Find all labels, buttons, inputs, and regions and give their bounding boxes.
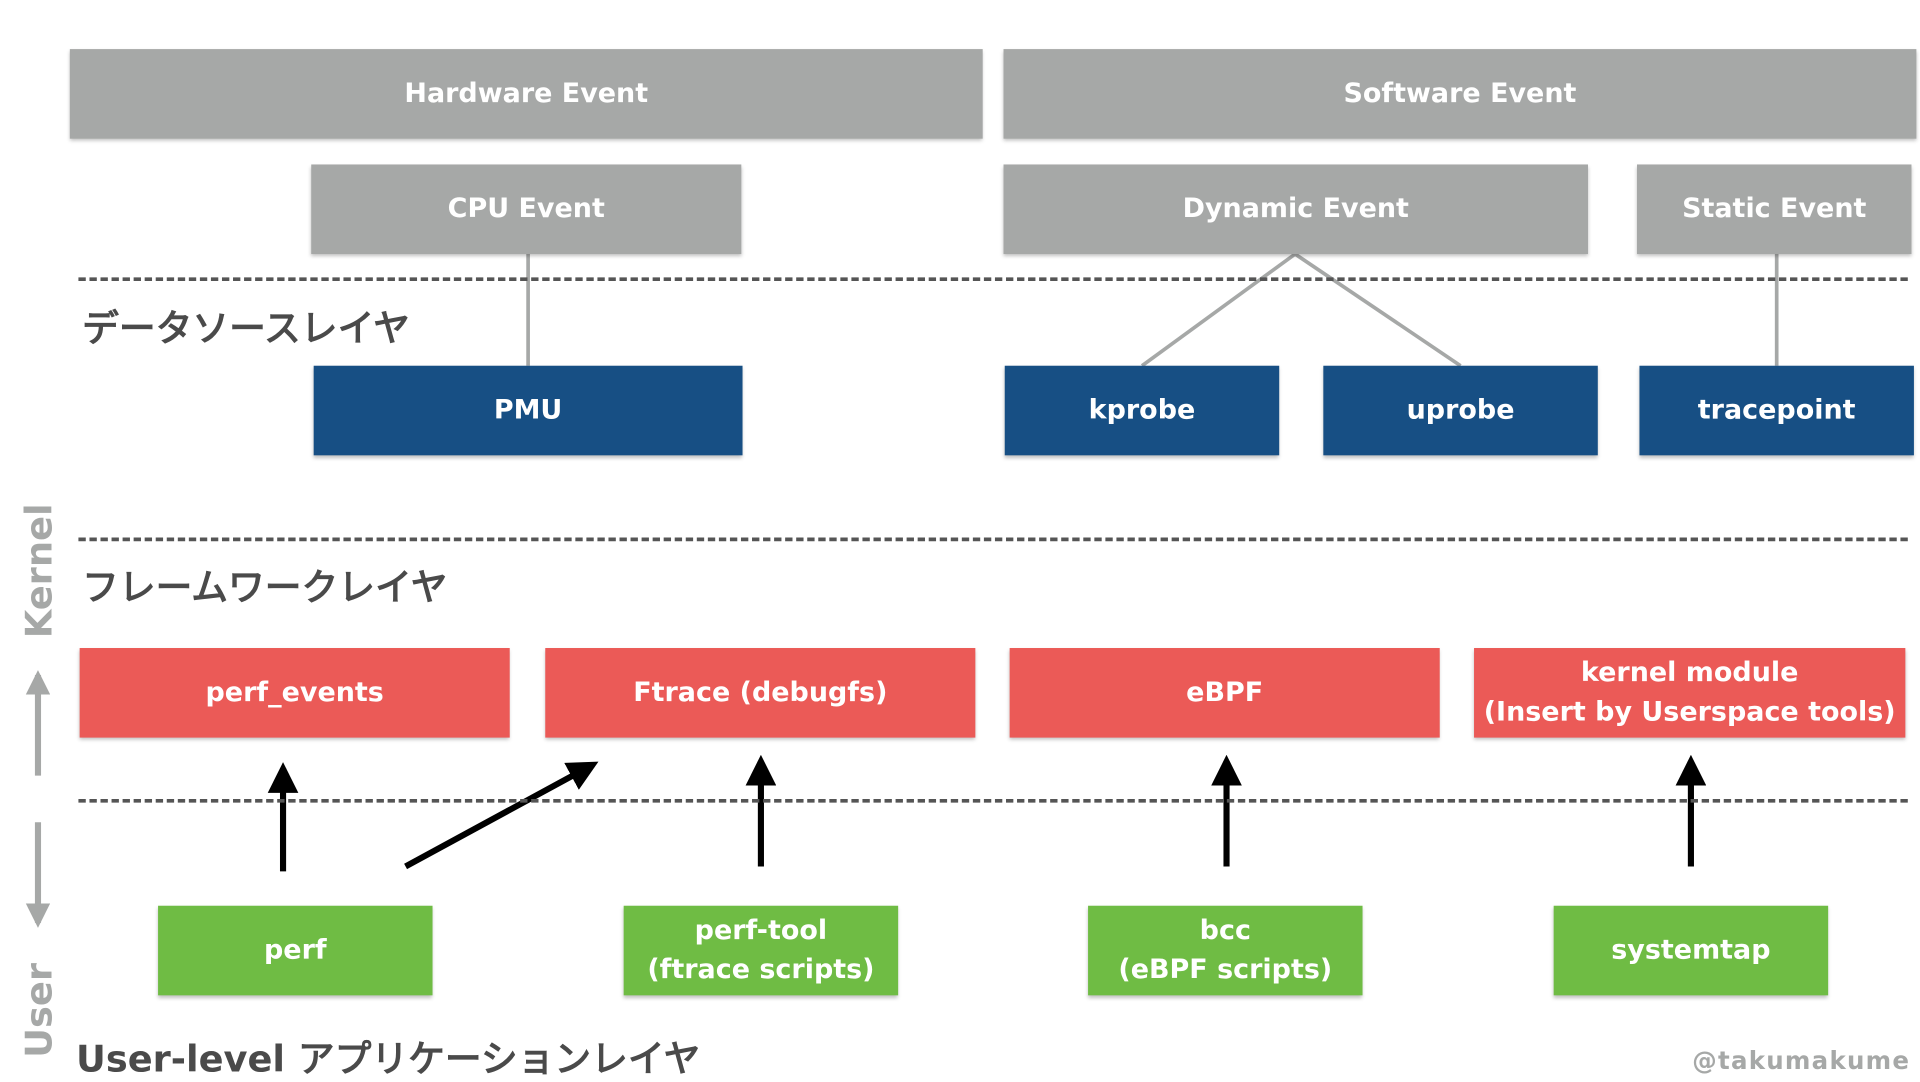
pmu-box: PMU [313,365,743,456]
bcc-box: bcc (eBPF scripts) [1088,905,1363,996]
systemtap-box: systemtap [1553,905,1829,996]
perf-tool-box: perf-tool (ftrace scripts) [623,905,899,996]
kernel-module-box: kernel module (Insert by Userspace tools… [1474,648,1906,738]
framework-layer-label: フレームワークレイヤ [82,567,448,610]
user-level-layer-label: User-level アプリケーションレイヤ [75,1038,701,1082]
author-credit: @takumakume [1692,1045,1911,1076]
cpu-event-box: CPU Event [311,164,742,255]
ebpf-box: eBPF [1009,648,1440,738]
hardware-event-box: Hardware Event [69,49,983,139]
perf-box: perf [158,905,433,996]
data-source-layer-label: データソースレイヤ [82,308,410,352]
user-side-label: User [18,962,62,1058]
kernel-side-label: Kernel [18,503,62,639]
static-event-box: Static Event [1637,164,1912,255]
uprobe-box: uprobe [1323,365,1598,456]
separator-data-source [78,277,1908,282]
perf-events-box: perf_events [79,648,510,738]
tracepoint-box: tracepoint [1639,365,1914,456]
software-event-box: Software Event [1003,49,1917,139]
separator-kernel [78,537,1908,542]
diagram: Hardware Event Software Event CPU Event … [0,0,1920,1082]
perf-to-ftrace-arrow [404,761,599,870]
dynamic-to-uprobe-line [1294,252,1462,368]
dynamic-to-kprobe-line [1140,252,1297,368]
separator-user [78,798,1908,803]
kprobe-box: kprobe [1004,365,1280,456]
ftrace-box: Ftrace (debugfs) [545,648,976,738]
dynamic-event-box: Dynamic Event [1003,164,1588,255]
